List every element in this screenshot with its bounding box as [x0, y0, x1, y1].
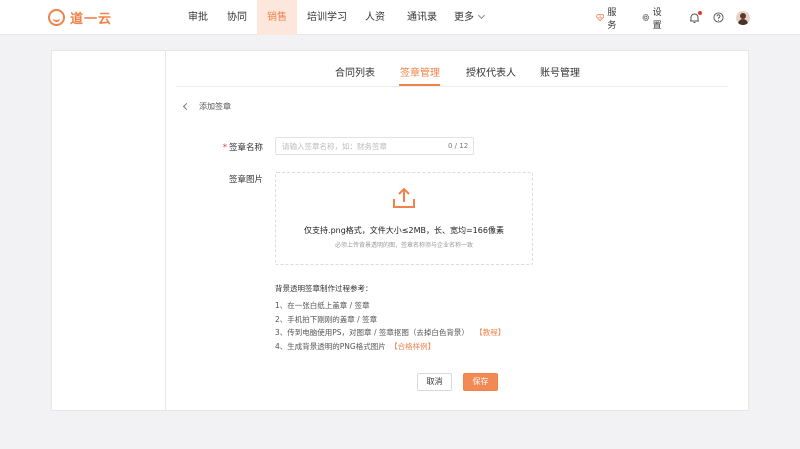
upload-icon [393, 187, 415, 208]
notification-dot [698, 11, 702, 15]
chevron-down-icon [477, 11, 486, 20]
upload-requirements: 仅支持.png格式，文件大小≤2MB，长、宽均=166像素 [304, 226, 504, 235]
tab-account-management[interactable]: 账号管理 [540, 64, 580, 79]
seal-image-label: 签章图片 [228, 175, 263, 185]
service-heart-icon [596, 13, 605, 22]
top-nav-bar: 道一云 审批 协同 销售 培训学习 人资 通讯录 更多 服务 设置 [0, 0, 800, 35]
nav-item-hr[interactable]: 人资 [359, 0, 391, 35]
nav-item-approval[interactable]: 审批 [180, 0, 216, 35]
tab-divider [176, 86, 728, 87]
user-avatar-button[interactable] [736, 0, 750, 35]
settings-label: 设置 [652, 7, 662, 31]
required-mark: * [222, 143, 227, 153]
seal-name-input[interactable] [275, 137, 474, 155]
guide-step: 4、生成背景透明的PNG格式图片 【合格样例】 [275, 340, 505, 354]
gear-icon [642, 13, 650, 22]
nav-item-more[interactable]: 更多 [449, 0, 489, 35]
seal-name-label-text: 签章名称 [228, 143, 263, 153]
back-arrow-icon [182, 102, 191, 111]
nav-item-contacts[interactable]: 通讯录 [400, 0, 444, 35]
guide-step-text: 3、传到电脑使用PS，对图章 / 签章抠图（去掉白色背景） [275, 328, 469, 338]
guide-step: 2、手机拍下刚刚的盖章 / 签章 [275, 314, 378, 324]
notifications-button[interactable] [689, 0, 702, 35]
logo-icon [48, 9, 65, 26]
service-label: 服务 [607, 7, 617, 31]
guide-title: 背景透明签章制作过程参考： [275, 284, 373, 293]
help-button[interactable] [713, 0, 724, 35]
guide-step: 3、传到电脑使用PS，对图章 / 签章抠图（去掉白色背景） 【教程】 [275, 326, 505, 340]
save-button[interactable]: 保存 [463, 373, 498, 391]
sample-link[interactable]: 【合格样例】 [390, 342, 435, 351]
logo-text: 道一云 [70, 12, 113, 27]
tab-seal-management[interactable]: 签章管理 [400, 64, 440, 79]
logo[interactable]: 道一云 [48, 8, 112, 27]
back-link[interactable]: 添加签章 [182, 101, 231, 112]
seal-name-counter: 0 / 12 [448, 142, 469, 150]
nav-item-sales[interactable]: 销售 [257, 0, 297, 35]
service-button[interactable]: 服务 [596, 0, 620, 35]
seal-making-guide: 背景透明签章制作过程参考： 1、在一张白纸上盖章 / 签章 2、手机拍下刚刚的盖… [275, 282, 505, 354]
settings-button[interactable]: 设置 [642, 0, 665, 35]
tab-bar: 合同列表 签章管理 授权代表人 账号管理 [166, 51, 749, 86]
tab-contract-list[interactable]: 合同列表 [335, 64, 375, 79]
avatar [736, 10, 750, 25]
back-label: 添加签章 [199, 102, 231, 111]
nav-item-collaboration[interactable]: 协同 [219, 0, 255, 35]
upload-hint: 必须上传背景透明的图，签章名称须与企业名称一致 [334, 242, 473, 249]
left-panel [51, 50, 166, 411]
guide-step-text: 4、生成背景透明的PNG格式图片 [275, 342, 386, 352]
nav-item-training[interactable]: 培训学习 [302, 0, 352, 35]
nav-more-label: 更多 [454, 12, 474, 23]
tutorial-link[interactable]: 【教程】 [475, 328, 505, 337]
tab-authorized-representative[interactable]: 授权代表人 [466, 64, 516, 79]
guide-step: 1、在一张白纸上盖章 / 签章 [275, 300, 370, 310]
seal-name-label: * 签章名称 [221, 141, 263, 153]
seal-image-upload[interactable]: 仅支持.png格式，文件大小≤2MB，长、宽均=166像素 必须上传背景透明的图… [275, 172, 533, 265]
cancel-button[interactable]: 取消 [417, 373, 452, 391]
main-panel: 合同列表 签章管理 授权代表人 账号管理 添加签章 *签章名称 0 / 12 签… [166, 50, 749, 411]
help-icon [713, 12, 724, 23]
